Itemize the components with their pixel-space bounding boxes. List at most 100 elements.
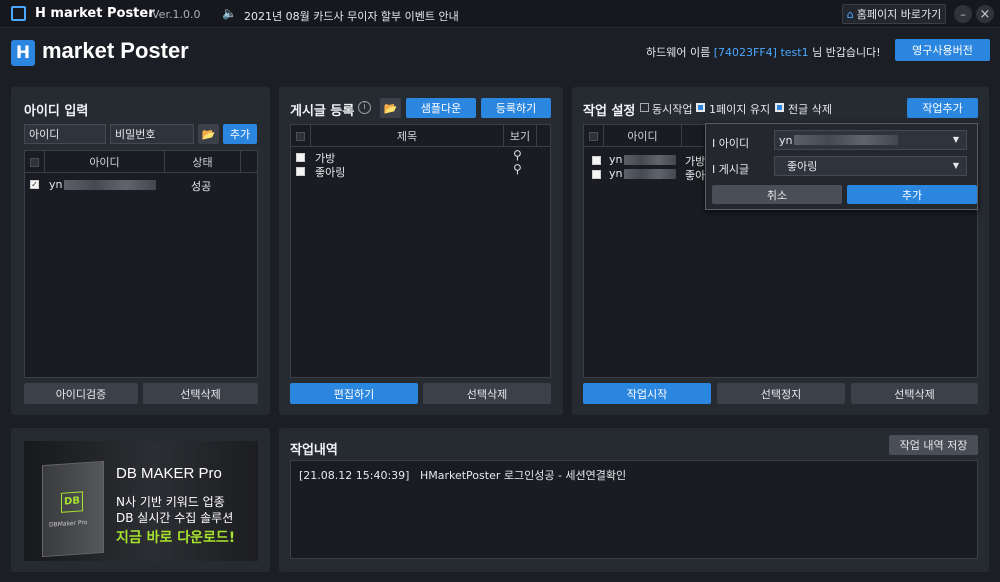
popup-cancel-button[interactable]: 취소 [712,185,842,204]
masked-id [624,169,677,179]
task-post: 좋아 [685,169,706,182]
ad-cta[interactable]: 지금 바로 다운로드! [116,527,235,547]
ad-line-2: DB 실시간 수집 솔루션 [116,511,234,525]
box-db-logo: DB [61,491,83,513]
task-panel-title: 작업 설정 [583,104,636,119]
option-checkbox[interactable] [696,103,705,112]
header-checkbox[interactable] [296,131,305,141]
post-table: 제목 보기 가방 ⚲ 좋아링 ⚲ [290,124,551,378]
folder-icon: 📂 [201,127,216,141]
password-input[interactable]: 비밀번호 [110,124,194,144]
task-id: yn [609,167,677,180]
header-checkbox-cell [291,125,311,147]
logo-text: market Poster [42,38,189,63]
verify-id-button[interactable]: 아이디검증 [24,383,138,404]
id-panel-title: 아이디 입력 [24,104,89,119]
post-panel: 게시글 등록 i 📂 샘플다운 등록하기 제목 보기 가방 ⚲ 좋아링 ⚲ 편집… [279,87,563,415]
app-name: H market Poster [35,6,155,21]
app-icon [11,6,26,21]
option-checkbox[interactable] [775,103,784,112]
popup-id-value: yn [779,133,793,147]
task-id: yn [609,153,677,166]
save-log-button[interactable]: 작업 내역 저장 [889,435,978,455]
product-box-image: DB DBMaker Pro [42,460,104,558]
sample-download-button[interactable]: 샘플다운 [406,98,476,118]
start-task-button[interactable]: 작업시작 [583,383,711,404]
row-checkbox[interactable] [296,153,305,162]
log-panel-title: 작업내역 [290,443,338,458]
speaker-icon: 🔈 [222,6,237,20]
view-icon[interactable]: ⚲ [513,148,522,162]
header-checkbox[interactable] [589,131,598,141]
post-title: 좋아링 [315,166,346,179]
info-icon[interactable]: i [358,101,371,114]
hardware-label: 하드웨어 이름 [74023FF4] test1 님 반갑습니다! [646,46,881,59]
folder-button[interactable]: 📂 [380,98,401,118]
logo-h-icon: H [11,40,35,66]
view-icon[interactable]: ⚲ [513,162,522,176]
header-checkbox-cell [25,151,45,173]
add-task-popup: I 아이디 yn ▼ I 게시글 좋아링 ▼ 취소 추가 [705,123,978,210]
folder-button[interactable]: 📂 [198,124,219,144]
post-panel-title: 게시글 등록 [290,104,355,119]
option-checkbox[interactable] [640,103,649,112]
option-label: 전글 삭제 [788,103,832,116]
popup-post-label: I 게시글 [712,163,750,176]
popup-id-label: I 아이디 [712,137,750,150]
add-id-button[interactable]: 추가 [223,124,257,144]
row-checkbox[interactable] [592,170,601,179]
col-view: 보기 [504,125,537,147]
col-id: 아이디 [45,151,165,173]
header-checkbox[interactable] [30,157,39,167]
minimize-button[interactable]: – [954,5,972,23]
delete-id-button[interactable]: 선택삭제 [143,383,258,404]
title-bar: H market Poster Ver.1.0.0 🔈 2021년 08월 카드… [0,0,1000,28]
box-sub-label: DBMaker Pro [49,518,88,529]
option-label: 동시작업 [652,103,693,116]
masked-id [624,155,677,165]
log-list: [21.08.12 15:40:39] HMarketPoster 로그인성공 … [290,460,978,559]
notice-text[interactable]: 2021년 08월 카드사 무이자 할부 이벤트 안내 [244,8,459,24]
homepage-button[interactable]: ⌂ 홈페이지 바로가기 [842,4,946,24]
close-button[interactable]: × [976,5,994,23]
id-table-header: 아이디 상태 [25,151,257,173]
ad-line-1: N사 기반 키워드 업종 [116,495,225,509]
delete-post-button[interactable]: 선택삭제 [423,383,551,404]
add-task-button[interactable]: 작업추가 [907,98,978,118]
license-button[interactable]: 영구사용버전 [895,39,990,61]
id-input[interactable]: 아이디 [24,124,106,144]
stop-selected-button[interactable]: 선택정지 [717,383,845,404]
version-label: Ver.1.0.0 [152,8,201,21]
row-checkbox[interactable]: ✓ [30,180,39,189]
row-checkbox[interactable] [296,167,305,176]
masked-id [64,180,157,190]
homepage-label: 홈페이지 바로가기 [856,8,942,21]
popup-post-value: 좋아링 [787,160,818,173]
popup-post-select[interactable]: 좋아링 ▼ [774,156,967,176]
chevron-down-icon: ▼ [952,161,959,170]
col-status: 상태 [165,151,241,173]
col-title: 제목 [311,125,504,147]
popup-add-button[interactable]: 추가 [847,185,977,204]
folder-icon: 📂 [383,101,398,115]
masked-id [794,135,899,145]
row-checkbox[interactable] [592,156,601,165]
header-checkbox-cell [584,125,604,147]
edit-button[interactable]: 편집하기 [290,383,418,404]
ad-product-name: DB MAKER Pro [116,465,222,482]
option-label: 1페이지 유지 [709,103,771,116]
log-entry: [21.08.12 15:40:39] HMarketPoster 로그인성공 … [299,469,627,482]
delete-task-button[interactable]: 선택삭제 [851,383,978,404]
row-status: 성공 [191,180,212,193]
header: H market Poster 하드웨어 이름 [74023FF4] test1… [0,28,1000,74]
id-table: 아이디 상태 ✓ yn 성공 [24,150,258,378]
register-button[interactable]: 등록하기 [481,98,551,118]
ad-banner[interactable]: DB DBMaker Pro DB MAKER Pro N사 기반 키워드 업종… [24,441,258,561]
post-table-header: 제목 보기 [291,125,550,147]
log-panel: 작업내역 작업 내역 저장 [21.08.12 15:40:39] HMarke… [279,428,989,572]
row-id: yn [49,178,157,191]
id-panel: 아이디 입력 아이디 비밀번호 📂 추가 아이디 상태 ✓ yn 성공 아이디검… [11,87,270,415]
chevron-down-icon: ▼ [952,135,959,144]
popup-id-select[interactable]: yn ▼ [774,130,967,150]
col-id: 아이디 [604,125,682,147]
